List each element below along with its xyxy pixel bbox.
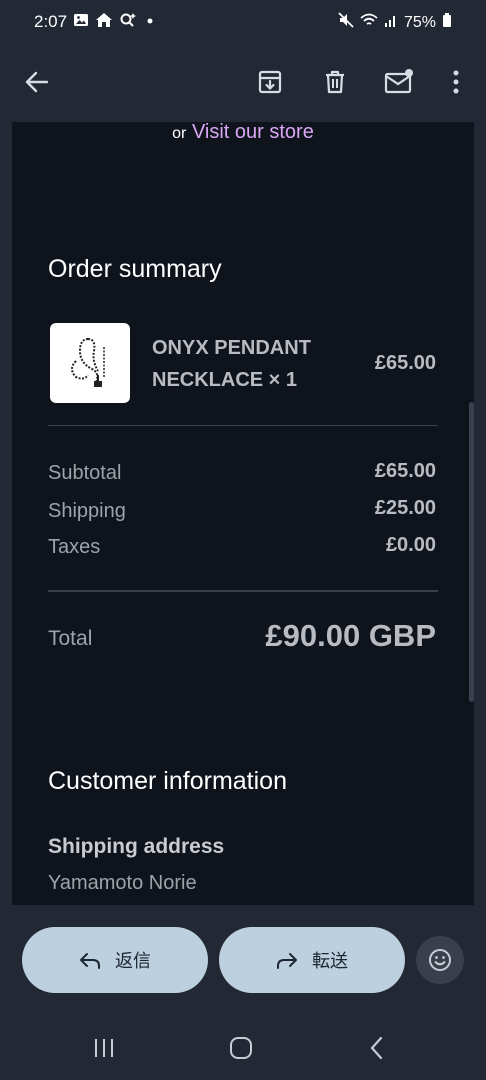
shipping-label: Shipping — [48, 500, 126, 522]
delete-button[interactable] — [313, 60, 357, 104]
product-price: £65.00 — [374, 352, 436, 374]
wifi-icon — [360, 12, 378, 33]
customer-info-title: Customer information — [48, 767, 287, 795]
search-sparkle-icon — [119, 12, 137, 33]
shipping-value: £25.00 — [374, 497, 436, 519]
delete-icon — [326, 70, 344, 94]
taxes-label: Taxes — [48, 536, 101, 558]
mark-unread-icon — [384, 69, 413, 94]
signal-icon — [384, 12, 398, 33]
email-body: or Visit our store Order summary ONYX PE… — [12, 122, 474, 905]
archive-button[interactable] — [248, 60, 292, 104]
mark-unread-button[interactable] — [377, 60, 421, 104]
back-button[interactable] — [15, 60, 59, 104]
order-summary-title: Order summary — [48, 255, 222, 283]
forward-label: 転送 — [312, 951, 348, 971]
scrollbar[interactable] — [469, 402, 474, 702]
reply-label: 返信 — [115, 951, 151, 971]
home-icon — [95, 12, 113, 33]
recent-apps-button[interactable] — [84, 1033, 124, 1063]
total-divider — [48, 590, 438, 592]
mute-icon — [338, 12, 354, 33]
reply-actions: 返信 転送 — [0, 905, 486, 1015]
subtotal-value: £65.00 — [374, 460, 436, 482]
more-options-icon — [453, 70, 459, 94]
product-name: ONYX PENDANT NECKLACE × 1 — [152, 337, 311, 391]
home-button[interactable] — [221, 1033, 261, 1063]
more-options-button[interactable] — [434, 60, 478, 104]
product-image — [50, 323, 130, 403]
recent-apps-icon — [95, 1039, 113, 1057]
home-circle-icon — [230, 1037, 252, 1059]
forward-button[interactable]: 転送 — [219, 927, 405, 993]
image-icon — [73, 12, 89, 33]
emoji-reaction-button[interactable] — [416, 936, 464, 984]
taxes-value: £0.00 — [385, 534, 436, 556]
forward-icon — [277, 953, 297, 969]
total-label: Total — [48, 627, 93, 650]
necklace-image — [71, 338, 105, 387]
reply-icon — [80, 953, 100, 969]
dot-icon — [143, 12, 157, 33]
chevron-left-icon — [370, 1036, 383, 1060]
store-line: or Visit our store — [12, 122, 474, 144]
system-back-button[interactable] — [357, 1033, 397, 1063]
smiley-icon — [429, 949, 451, 971]
battery-icon — [442, 12, 452, 33]
subtotal-label: Subtotal — [48, 462, 122, 484]
system-nav-bar — [0, 1015, 486, 1080]
reply-button[interactable]: 返信 — [22, 927, 208, 993]
back-arrow-icon — [25, 71, 49, 93]
status-time: 2:07 — [34, 12, 68, 31]
shipping-address-label: Shipping address — [48, 835, 225, 858]
email-toolbar — [0, 44, 486, 122]
divider — [48, 425, 438, 426]
status-bar: 2:07 75% — [0, 0, 486, 44]
total-value: £90.00 GBP — [265, 618, 436, 653]
shipping-name: Yamamoto Norie — [48, 872, 197, 894]
store-prefix: or — [172, 125, 187, 142]
archive-icon — [258, 70, 282, 94]
battery-percent: 75% — [403, 13, 436, 31]
visit-store-link[interactable]: Visit our store — [192, 122, 314, 143]
